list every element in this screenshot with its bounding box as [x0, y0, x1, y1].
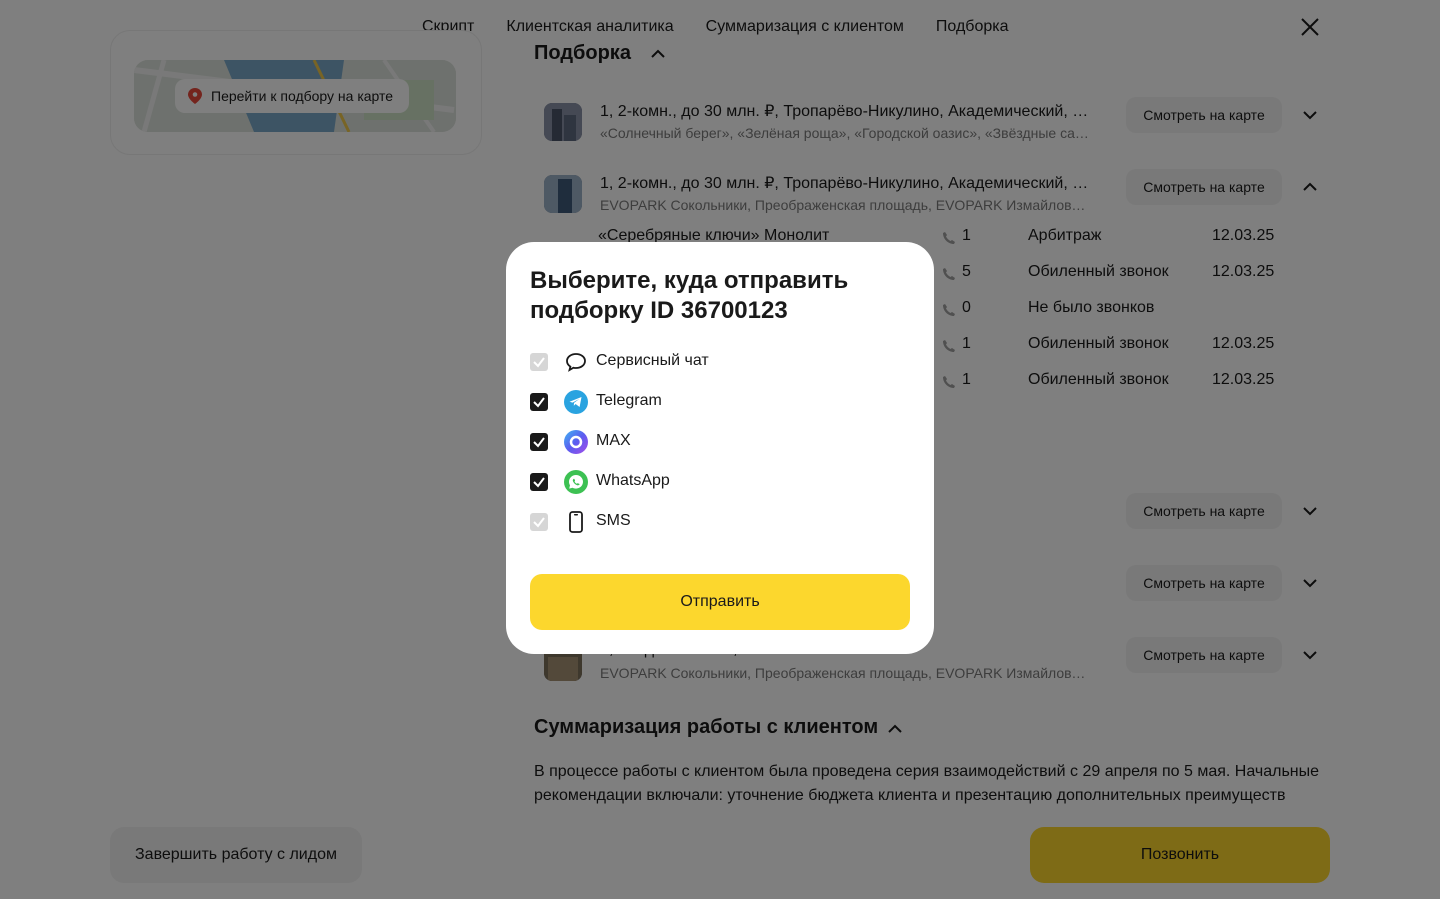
send-selection-modal: Выберите, куда отправить подборку ID 367… [506, 242, 934, 654]
checkbox[interactable] [530, 513, 548, 531]
checkbox[interactable] [530, 433, 548, 451]
send-button[interactable]: Отправить [530, 574, 910, 630]
checkbox[interactable] [530, 473, 548, 491]
telegram-icon [564, 390, 588, 414]
option-label: Telegram [596, 392, 662, 409]
checkbox[interactable] [530, 353, 548, 371]
option-whatsapp[interactable]: WhatsApp [530, 468, 910, 496]
modal-title: Выберите, куда отправить подборку ID 367… [530, 267, 849, 324]
option-label: Сервисный чат [596, 352, 709, 369]
option-label: WhatsApp [596, 472, 670, 489]
option-max[interactable]: MAX [530, 428, 910, 456]
max-icon [564, 430, 588, 454]
checkbox[interactable] [530, 393, 548, 411]
option-label: SMS [596, 512, 631, 529]
option-label: MAX [596, 432, 631, 449]
option-service-chat[interactable]: Сервисный чат [530, 348, 910, 376]
phone-device-icon [569, 511, 583, 533]
chat-bubble-icon [566, 353, 586, 372]
option-telegram[interactable]: Telegram [530, 388, 910, 416]
option-sms[interactable]: SMS [530, 508, 910, 536]
whatsapp-icon [564, 470, 588, 494]
